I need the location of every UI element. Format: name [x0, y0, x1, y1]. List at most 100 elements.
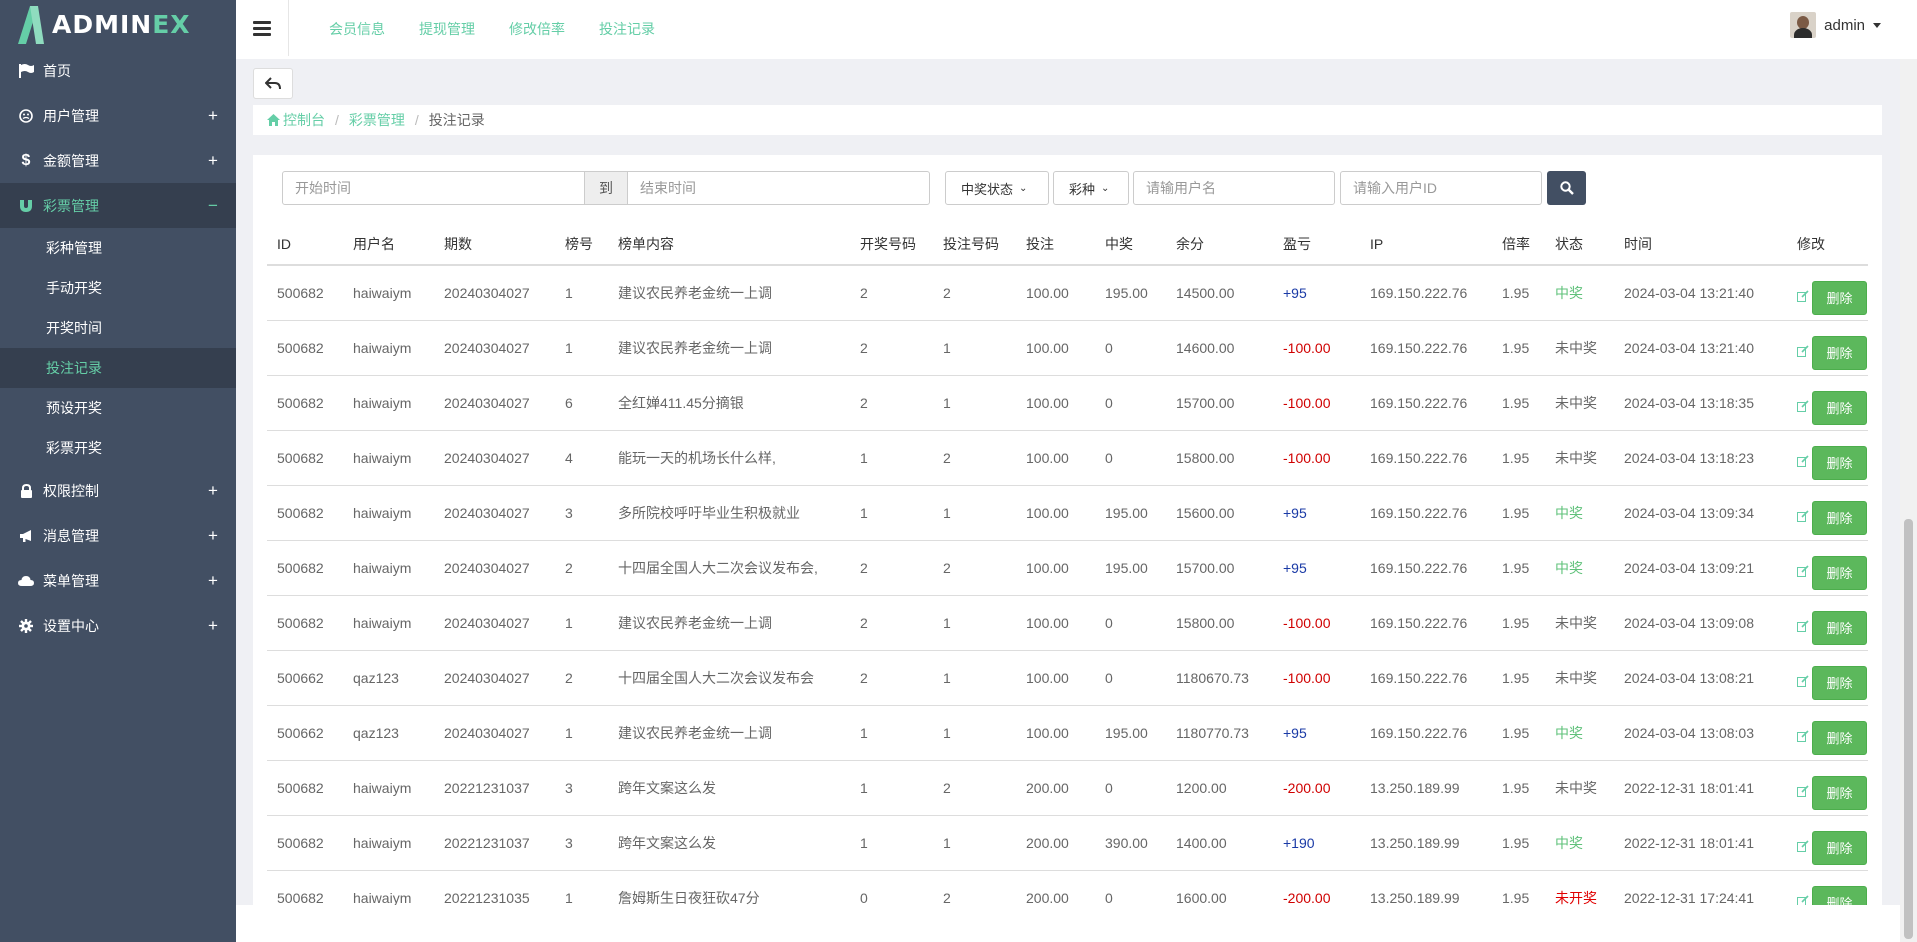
breadcrumb-section[interactable]: 彩票管理	[349, 110, 405, 130]
end-time-input[interactable]: 结束时间	[627, 171, 930, 205]
breadcrumb-separator: /	[414, 112, 419, 128]
sidebar-item-2[interactable]: $ 金额管理 +	[0, 138, 236, 183]
column-header[interactable]: IP	[1360, 224, 1492, 266]
column-header[interactable]: 状态	[1545, 224, 1614, 266]
edit-icon[interactable]	[1797, 290, 1809, 305]
table-cell: haiwaiym	[343, 375, 434, 431]
sidebar-subitem-0[interactable]: 彩种管理	[0, 228, 236, 268]
sidebar-item-6[interactable]: 菜单管理 +	[0, 558, 236, 603]
edit-icon[interactable]	[1797, 400, 1809, 415]
delete-button[interactable]: 删除	[1812, 500, 1867, 535]
column-header[interactable]: 投注号码	[933, 224, 1016, 266]
column-header[interactable]: 榜号	[555, 224, 608, 266]
table-body: 500682 haiwaiym 20240304027 1 建议农民养老金统一上调 2 2 1…	[267, 265, 1868, 905]
top-link-0[interactable]: 会员信息	[329, 19, 385, 39]
userid-input[interactable]: 请输入用户ID	[1340, 171, 1542, 205]
edit-icon[interactable]	[1797, 455, 1809, 470]
menu-toggle-button[interactable]	[236, 0, 289, 56]
top-link-2[interactable]: 修改倍率	[509, 19, 565, 39]
delete-button[interactable]: 删除	[1812, 445, 1867, 480]
delete-button[interactable]: 删除	[1812, 885, 1867, 905]
table-cell: haiwaiym	[343, 265, 434, 321]
delete-button[interactable]: 删除	[1812, 280, 1867, 315]
sidebar-item-1[interactable]: 用户管理 +	[0, 93, 236, 138]
table-cell: 195.00	[1095, 265, 1166, 321]
table-cell: 1.95	[1492, 705, 1545, 761]
delete-button[interactable]: 删除	[1812, 555, 1867, 590]
table-cell: 0	[1095, 870, 1166, 905]
table-row: 500682 haiwaiym 20221231037 3 跨年文案这么发 1 1 200.0…	[267, 815, 1868, 871]
table-cell: 20240304027	[434, 485, 555, 541]
brand-logo[interactable]: ADMINEX	[0, 0, 236, 48]
delete-button[interactable]: 删除	[1812, 335, 1867, 370]
sidebar-item-label: 彩票管理	[43, 197, 99, 214]
delete-button[interactable]: 删除	[1812, 390, 1867, 425]
column-header[interactable]: 用户名	[343, 224, 434, 266]
column-header[interactable]: 期数	[434, 224, 555, 266]
delete-button[interactable]: 删除	[1812, 665, 1867, 700]
sidebar-item-5[interactable]: 消息管理 +	[0, 513, 236, 558]
username-input[interactable]: 请输用户名	[1133, 171, 1335, 205]
sidebar-subitem-2[interactable]: 开奖时间	[0, 308, 236, 348]
sidebar-subitem-4[interactable]: 预设开奖	[0, 388, 236, 428]
table-row: 500682 haiwaiym 20240304027 4 能玩一天的机场长什么样, 1 2…	[267, 430, 1868, 486]
delete-button[interactable]: 删除	[1812, 775, 1867, 810]
edit-icon[interactable]	[1797, 895, 1809, 905]
column-header[interactable]: 时间	[1614, 224, 1787, 266]
column-header[interactable]: ID	[267, 224, 343, 266]
table-cell: 能玩一天的机场长什么样,	[608, 430, 850, 486]
table-cell: 1	[850, 760, 933, 816]
user-menu[interactable]: admin	[1790, 12, 1881, 38]
edit-icon[interactable]	[1797, 730, 1809, 745]
table-cell: 200.00	[1016, 760, 1095, 816]
column-header[interactable]: 开奖号码	[850, 224, 933, 266]
table-cell: 建议农民养老金统一上调	[608, 705, 850, 761]
sidebar-subitem-1[interactable]: 手动开奖	[0, 268, 236, 308]
delete-button[interactable]: 删除	[1812, 610, 1867, 645]
column-header[interactable]: 修改	[1787, 224, 1868, 266]
column-header[interactable]: 中奖	[1095, 224, 1166, 266]
edit-icon[interactable]	[1797, 785, 1809, 800]
sidebar-item-4[interactable]: 权限控制 +	[0, 468, 236, 513]
table-cell: 十四届全国人大二次会议发布会,	[608, 540, 850, 596]
column-header[interactable]: 倍率	[1492, 224, 1545, 266]
back-button[interactable]	[253, 68, 293, 99]
sidebar-subitem-3[interactable]: 投注记录	[0, 348, 236, 388]
table-cell: 2	[555, 650, 608, 706]
win-status-select[interactable]: 中奖状态 ⌄	[945, 171, 1049, 205]
edit-icon[interactable]	[1797, 345, 1809, 360]
delete-button[interactable]: 删除	[1812, 830, 1867, 865]
table-cell: 建议农民养老金统一上调	[608, 320, 850, 376]
table-cell: 3	[555, 760, 608, 816]
scrollbar[interactable]	[1900, 59, 1917, 942]
column-header[interactable]: 余分	[1166, 224, 1273, 266]
search-button[interactable]	[1547, 171, 1586, 205]
top-link-3[interactable]: 投注记录	[599, 19, 655, 39]
edit-icon[interactable]	[1797, 565, 1809, 580]
table-cell: 0	[1095, 430, 1166, 486]
edit-icon[interactable]	[1797, 620, 1809, 635]
table-cell: 1.95	[1492, 540, 1545, 596]
breadcrumb-home[interactable]: 控制台	[267, 110, 325, 130]
table-cell: 100.00	[1016, 650, 1095, 706]
edit-icon[interactable]	[1797, 675, 1809, 690]
column-header[interactable]: 盈亏	[1273, 224, 1360, 266]
table-cell: 500682	[267, 870, 343, 905]
sidebar-subitem-5[interactable]: 彩票开奖	[0, 428, 236, 468]
table-cell: 3	[555, 815, 608, 871]
table-cell: haiwaiym	[343, 815, 434, 871]
scrollbar-thumb[interactable]	[1904, 519, 1913, 939]
table-cell: 未中奖	[1545, 760, 1614, 816]
column-header[interactable]: 投注	[1016, 224, 1095, 266]
edit-icon[interactable]	[1797, 840, 1809, 855]
table-cell: 2022-12-31 18:01:41	[1614, 815, 1787, 871]
delete-button[interactable]: 删除	[1812, 720, 1867, 755]
column-header[interactable]: 榜单内容	[608, 224, 850, 266]
start-time-input[interactable]: 开始时间	[282, 171, 585, 205]
sidebar-item-7[interactable]: 设置中心 +	[0, 603, 236, 648]
sidebar-item-0[interactable]: 首页	[0, 48, 236, 93]
lottery-select[interactable]: 彩种 ⌄	[1053, 171, 1129, 205]
edit-icon[interactable]	[1797, 510, 1809, 525]
sidebar-item-3[interactable]: 彩票管理 −	[0, 183, 236, 228]
top-link-1[interactable]: 提现管理	[419, 19, 475, 39]
